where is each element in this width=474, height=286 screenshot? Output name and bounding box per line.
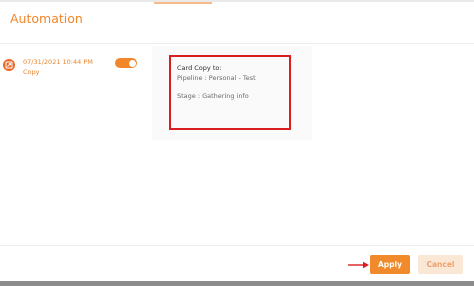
automation-enabled-toggle[interactable] xyxy=(115,58,137,68)
cancel-button[interactable]: Cancel xyxy=(418,255,463,274)
automation-item-action[interactable]: Copy xyxy=(23,68,40,76)
automation-modal: Automation 07/31/2021 10:44 PM Copy Card… xyxy=(0,2,474,281)
toggle-knob xyxy=(128,59,136,67)
detail-stage: Stage : Gathering info xyxy=(177,92,249,100)
top-accent-bar xyxy=(154,2,212,4)
apply-button[interactable]: Apply xyxy=(370,255,410,274)
header-divider xyxy=(0,43,474,44)
copy-icon xyxy=(3,59,15,71)
footer-divider xyxy=(0,245,474,246)
automation-item-date[interactable]: 07/31/2021 10:44 PM xyxy=(23,58,93,66)
bottom-strip xyxy=(0,281,474,286)
detail-pipeline: Pipeline : Personal - Test xyxy=(177,74,256,82)
modal-title: Automation xyxy=(10,11,83,26)
arrow-right-icon xyxy=(348,261,369,269)
detail-heading: Card Copy to: xyxy=(177,64,222,72)
